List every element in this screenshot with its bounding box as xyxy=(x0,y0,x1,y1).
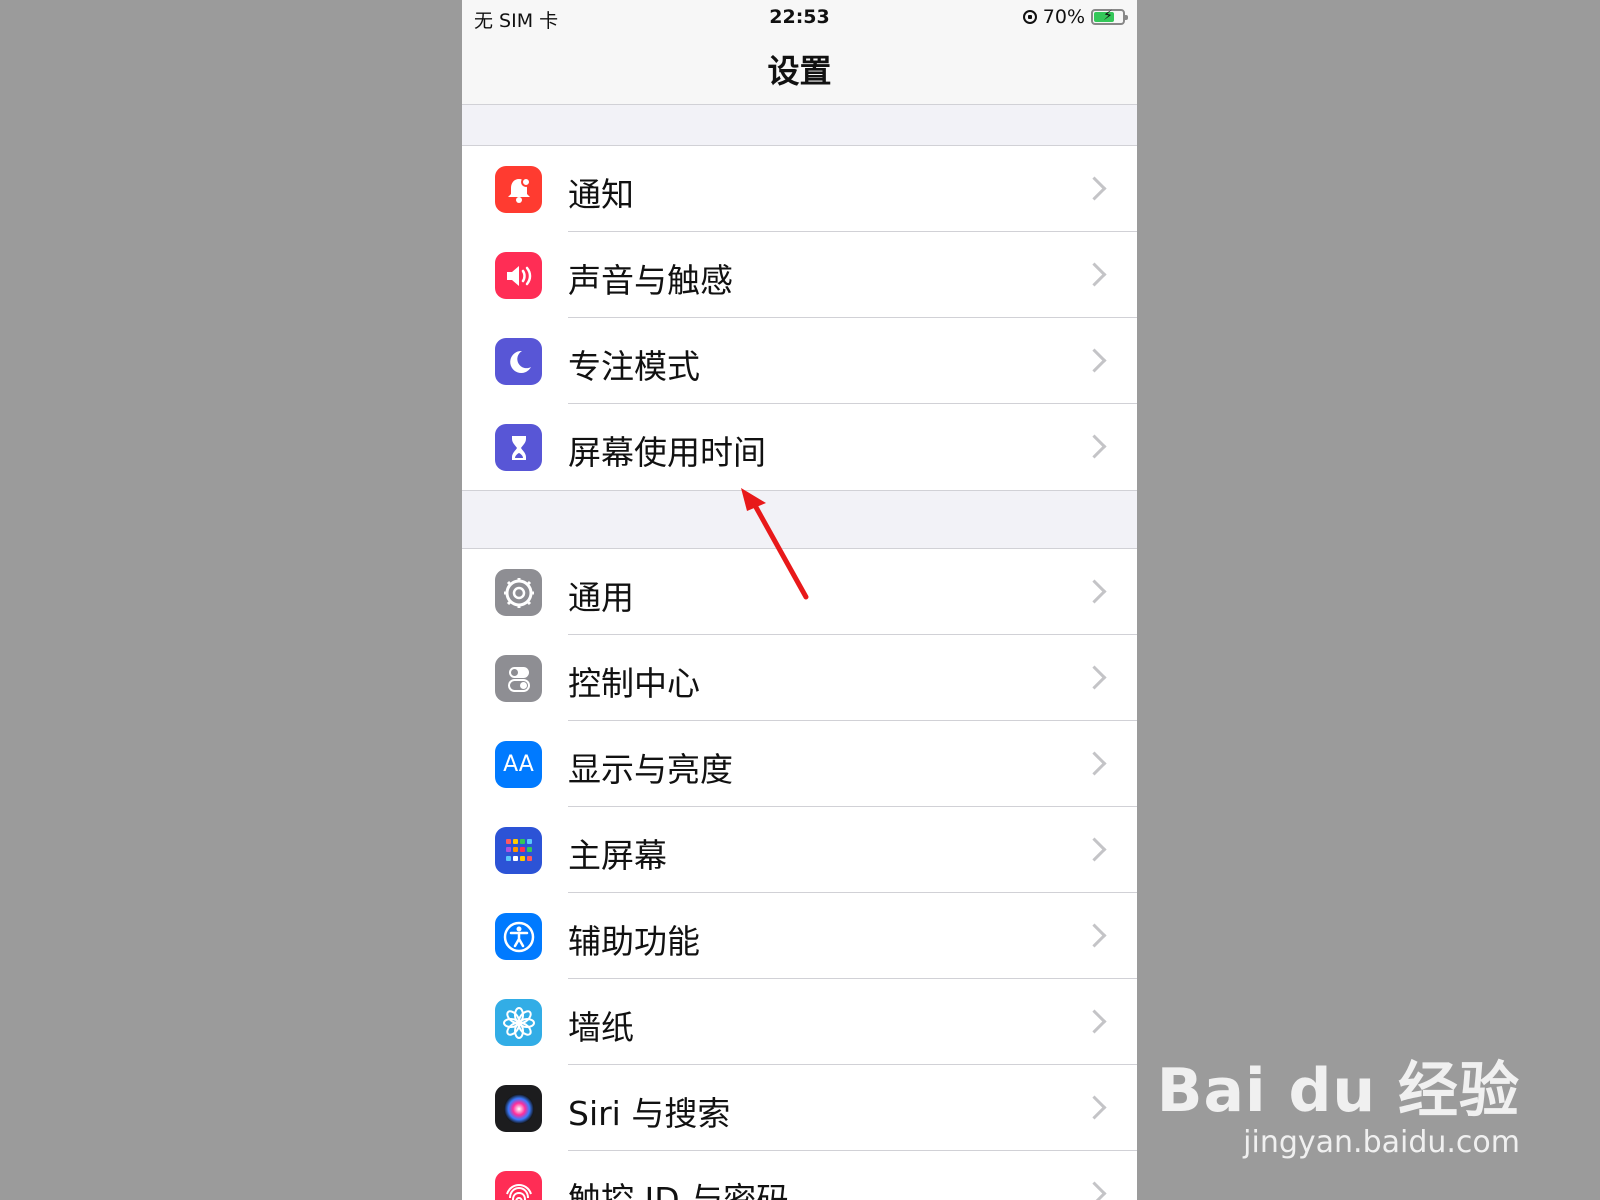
watermark-brand: Bai du 经验 xyxy=(1156,1056,1520,1126)
baidu-watermark: Bai du 经验 jingyan.baidu.com xyxy=(1157,1042,1520,1160)
watermark-url: jingyan.baidu.com xyxy=(1243,1125,1520,1160)
annotation-arrow xyxy=(741,488,809,600)
